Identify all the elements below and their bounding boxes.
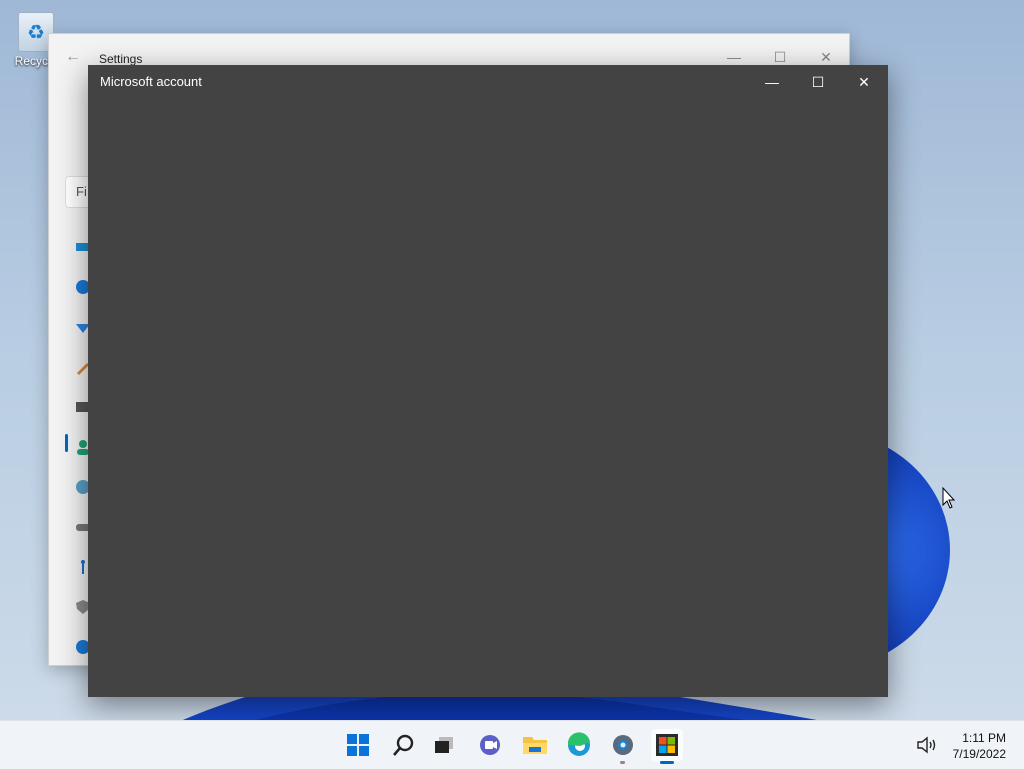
start-icon[interactable] (342, 729, 374, 761)
taskbar: 1:11 PM 7/19/2022 (0, 720, 1024, 769)
settings-title: Settings (99, 52, 143, 66)
msa-title: Microsoft account (100, 74, 202, 89)
search-icon[interactable] (387, 729, 419, 761)
store-active-indicator (660, 761, 674, 764)
microsoft-store-icon[interactable] (651, 729, 683, 761)
maximize-icon[interactable]: ☐ (798, 67, 838, 97)
mouse-cursor-icon (942, 487, 956, 509)
volume-icon[interactable] (916, 735, 938, 755)
settings-icon[interactable] (607, 729, 639, 761)
edge-icon[interactable] (563, 729, 595, 761)
minimize-icon[interactable]: — (752, 67, 792, 97)
back-arrow-icon[interactable]: ← (65, 48, 81, 66)
clock-time: 1:11 PM (962, 731, 1006, 745)
task-view-icon[interactable] (428, 729, 460, 761)
clock[interactable]: 1:11 PM 7/19/2022 (953, 730, 1006, 762)
microsoft-account-window[interactable]: Microsoft account — ☐ ✕ (88, 65, 888, 697)
file-explorer-icon[interactable] (519, 729, 551, 761)
clock-date: 7/19/2022 (952, 747, 1006, 761)
nav-selected-indicator (65, 434, 68, 452)
close-icon[interactable]: ✕ (844, 67, 884, 97)
msa-content-area (88, 99, 888, 697)
settings-running-indicator (620, 761, 625, 764)
chat-icon[interactable] (474, 729, 506, 761)
